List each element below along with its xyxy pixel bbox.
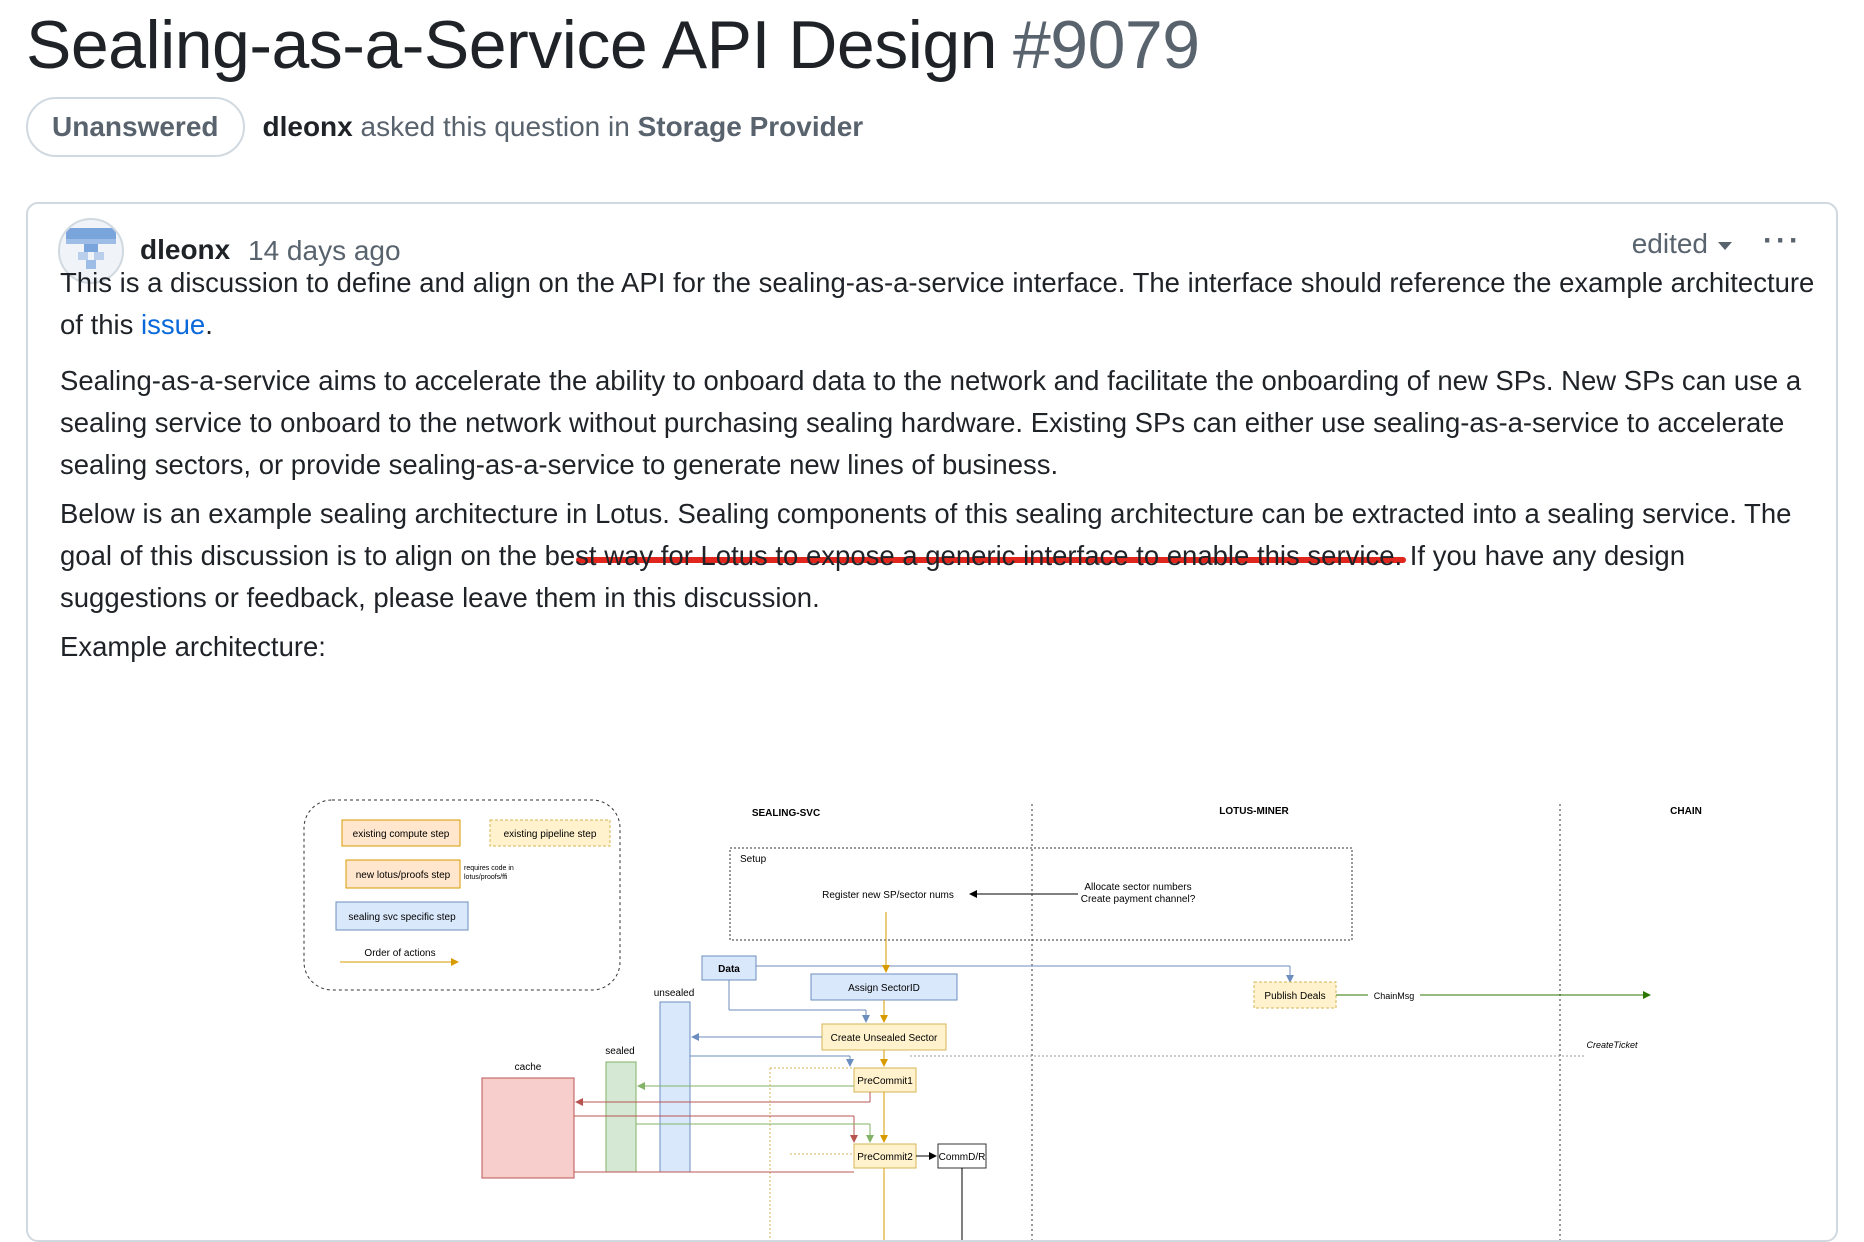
sealed-store (605, 1061, 637, 1173)
cache-label: cache (515, 1062, 542, 1073)
chainmsg-label: ChainMsg (1374, 991, 1415, 1001)
discussion-post-card: dleonx 14 days ago edited ··· This is a … (26, 202, 1838, 1242)
precommit2-label: PreCommit2 (857, 1152, 913, 1163)
more-options-button[interactable]: ··· (1763, 224, 1802, 258)
asked-text: asked this question in (360, 111, 630, 142)
legend-existing-compute: existing compute step (353, 829, 450, 840)
commdr-label: CommD/R (939, 1152, 986, 1163)
legend-order: Order of actions (364, 948, 435, 959)
paragraph-1: This is a discussion to define and align… (60, 262, 1830, 346)
paragraph-2: Sealing-as-a-service aims to accelerate … (60, 365, 1802, 480)
allocate-label-2: Create payment channel? (1081, 894, 1196, 905)
architecture-diagram: existing compute step existing pipeline … (270, 794, 1836, 1240)
unsealed-store (659, 1001, 691, 1173)
discussion-title-text: Sealing-as-a-Service API Design (26, 7, 997, 83)
legend-requires-code-2: lotus/proofs/ffi (464, 874, 508, 881)
discussion-meta: Unanswered dleonx asked this question in… (26, 96, 863, 158)
sealed-label: sealed (605, 1046, 634, 1057)
lane-chain: CHAIN (1670, 806, 1702, 817)
discussion-title: Sealing-as-a-Service API Design #9079 (26, 2, 1200, 88)
create-ticket-label: CreateTicket (1587, 1040, 1638, 1050)
unsealed-label: unsealed (654, 988, 695, 999)
legend-new-lotus: new lotus/proofs step (356, 870, 451, 881)
category-link[interactable]: Storage Provider (638, 111, 864, 142)
create-unsealed-label: Create Unsealed Sector (831, 1033, 938, 1044)
paragraph-3: Below is an example sealing architecture… (60, 498, 1792, 613)
discussion-number: #9079 (1012, 7, 1200, 83)
legend-svc-specific: sealing svc specific step (348, 912, 456, 923)
cache-store (481, 1077, 575, 1179)
precommit1-label: PreCommit1 (857, 1076, 913, 1087)
allocate-label-1: Allocate sector numbers (1084, 882, 1191, 893)
legend-requires-code-1: requires code in (464, 865, 514, 872)
setup-label: Setup (740, 854, 767, 865)
paragraph-1-text: This is a discussion to define and align… (60, 267, 1815, 340)
asked-by-line: dleonx asked this question in Storage Pr… (263, 111, 864, 143)
author-link[interactable]: dleonx (263, 111, 353, 142)
paragraph-1-end: . (205, 309, 213, 340)
register-label: Register new SP/sector nums (822, 890, 954, 901)
data-label: Data (718, 964, 740, 975)
architecture-diagram-svg: existing compute step existing pipeline … (303, 799, 1702, 1240)
status-badge: Unanswered (26, 97, 245, 157)
legend-existing-pipeline: existing pipeline step (504, 829, 597, 840)
publish-label: Publish Deals (1264, 991, 1325, 1002)
lane-sealing-svc: SEALING-SVC (752, 808, 820, 819)
lane-lotus-miner: LOTUS-MINER (1219, 806, 1289, 817)
edited-label: edited (1631, 228, 1708, 259)
issue-link[interactable]: issue (141, 309, 205, 340)
paragraph-4: Example architecture: (60, 631, 326, 662)
assign-label: Assign SectorID (848, 983, 920, 994)
chevron-down-icon (1718, 242, 1732, 250)
edited-dropdown[interactable]: edited (1632, 228, 1732, 260)
